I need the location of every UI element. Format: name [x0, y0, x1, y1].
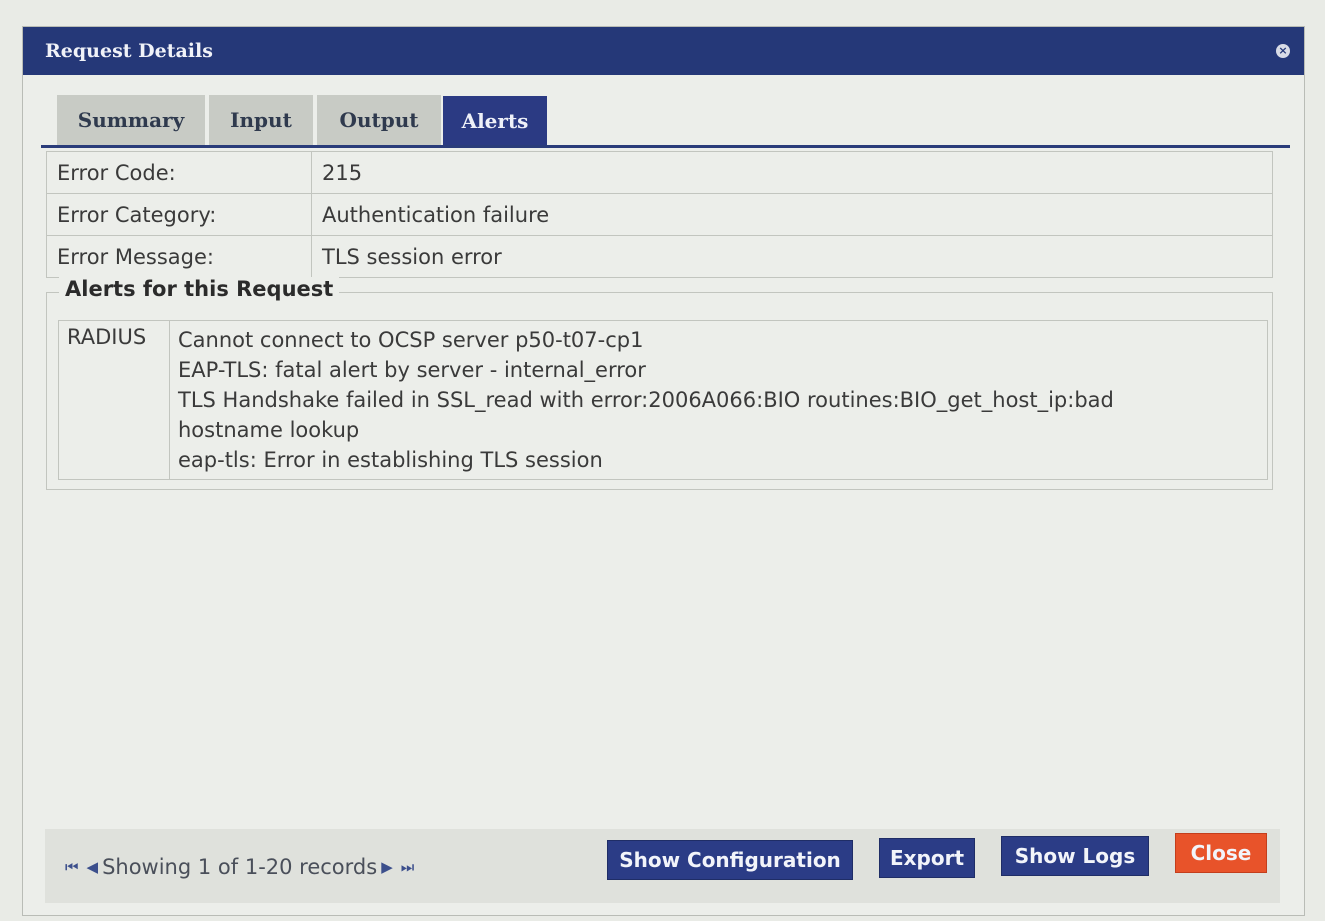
- table-row: Error Code: 215: [46, 151, 1273, 194]
- export-button[interactable]: Export: [879, 838, 975, 878]
- next-page-icon[interactable]: ▶: [381, 858, 393, 876]
- last-page-icon[interactable]: ⏭: [401, 858, 415, 876]
- close-icon[interactable]: ×: [1276, 44, 1290, 58]
- alert-line: eap-tls: Error in establishing TLS sessi…: [178, 448, 603, 472]
- first-page-icon[interactable]: ⏮: [65, 858, 79, 876]
- request-details-dialog: Request Details × Summary Input Output A…: [22, 26, 1305, 916]
- dialog-titlebar: Request Details ×: [23, 27, 1304, 75]
- alert-source: RADIUS: [58, 320, 170, 480]
- error-code-value: 215: [311, 151, 1273, 194]
- pager: ⏮ ◀ Showing 1 of 1-20 records ▶ ⏭: [61, 855, 418, 879]
- show-logs-button[interactable]: Show Logs: [1001, 836, 1149, 876]
- error-category-label: Error Category:: [46, 193, 312, 236]
- table-row: RADIUS Cannot connect to OCSP server p50…: [58, 320, 1268, 480]
- close-button[interactable]: Close: [1175, 833, 1267, 873]
- error-category-value: Authentication failure: [311, 193, 1273, 236]
- alert-messages: Cannot connect to OCSP server p50-t07-cp…: [169, 320, 1268, 480]
- tab-output[interactable]: Output: [317, 95, 441, 145]
- alert-line: hostname lookup: [178, 418, 360, 442]
- error-message-value: TLS session error: [311, 235, 1273, 278]
- error-code-label: Error Code:: [46, 151, 312, 194]
- pager-text: Showing 1 of 1-20 records: [102, 855, 378, 879]
- alert-line: TLS Handshake failed in SSL_read with er…: [178, 388, 1114, 412]
- table-row: Error Message: TLS session error: [46, 235, 1273, 278]
- show-configuration-button[interactable]: Show Configuration: [607, 840, 853, 880]
- error-message-label: Error Message:: [46, 235, 312, 278]
- dialog-footer: ⏮ ◀ Showing 1 of 1-20 records ▶ ⏭ Show C…: [45, 829, 1280, 903]
- dialog-title: Request Details: [45, 40, 213, 62]
- alerts-table: RADIUS Cannot connect to OCSP server p50…: [58, 320, 1268, 480]
- tab-alerts[interactable]: Alerts: [443, 96, 547, 145]
- alert-line: EAP-TLS: fatal alert by server - interna…: [178, 358, 646, 382]
- alerts-legend: Alerts for this Request: [59, 277, 340, 301]
- error-details-table: Error Code: 215 Error Category: Authenti…: [46, 151, 1273, 278]
- tab-bar: Summary Input Output Alerts: [41, 91, 1290, 148]
- alert-line: Cannot connect to OCSP server p50-t07-cp…: [178, 328, 644, 352]
- table-row: Error Category: Authentication failure: [46, 193, 1273, 236]
- tab-summary[interactable]: Summary: [57, 95, 205, 145]
- tab-input[interactable]: Input: [209, 95, 313, 145]
- prev-page-icon[interactable]: ◀: [87, 858, 99, 876]
